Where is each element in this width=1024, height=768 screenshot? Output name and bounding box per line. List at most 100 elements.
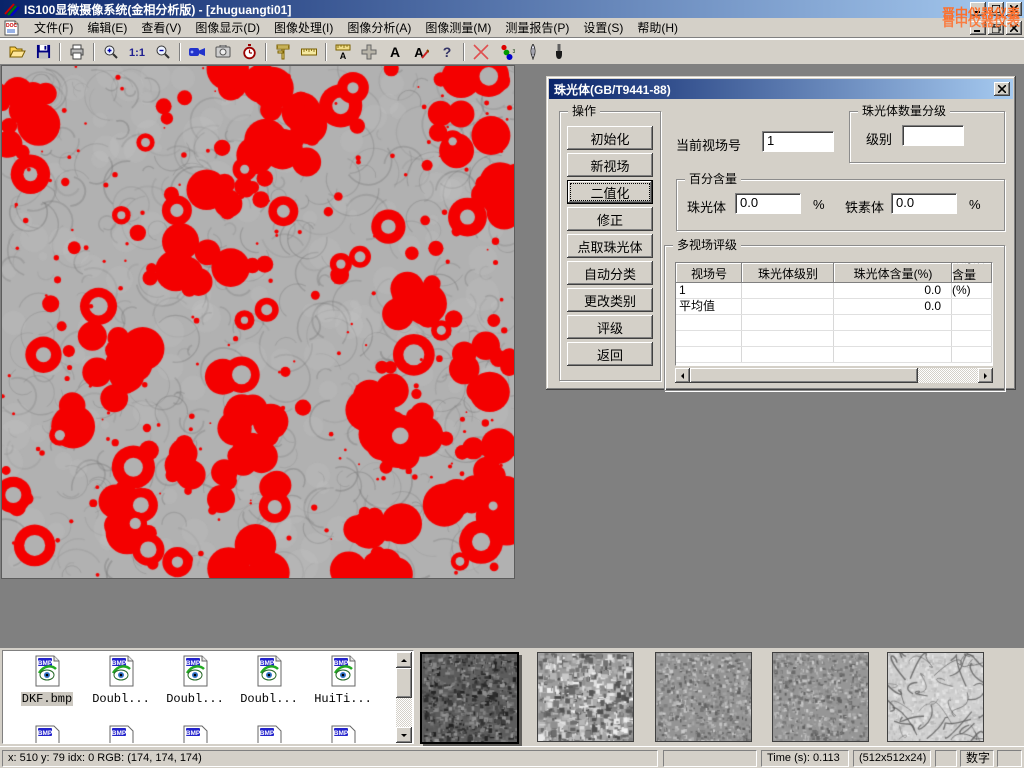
caliper-button[interactable] bbox=[270, 41, 296, 63]
change-class-button[interactable]: 更改类别 bbox=[567, 288, 653, 312]
zoom-out-icon bbox=[155, 44, 171, 60]
cell bbox=[742, 299, 834, 314]
help-button[interactable]: ? bbox=[434, 41, 460, 63]
menu-help[interactable]: 帮助(H) bbox=[630, 17, 685, 38]
text-button[interactable]: A bbox=[382, 41, 408, 63]
table-row-empty bbox=[676, 347, 992, 363]
dialog-title-bar[interactable]: 珠光体(GB/T9441-88) bbox=[549, 79, 1013, 99]
zoom-in-button[interactable] bbox=[98, 41, 124, 63]
auto-classify-button[interactable]: 自动分类 bbox=[567, 261, 653, 285]
status-bar: x: 510 y: 79 idx: 0 RGB: (174, 174, 174)… bbox=[0, 746, 1024, 768]
ferrite-unit: % bbox=[969, 197, 981, 212]
minimize-button[interactable] bbox=[970, 2, 986, 16]
print-icon bbox=[69, 44, 85, 60]
initialize-button[interactable]: 初始化 bbox=[567, 126, 653, 150]
open-button[interactable] bbox=[4, 41, 30, 63]
thumbnail-5[interactable] bbox=[887, 652, 984, 742]
menu-image-processing[interactable]: 图像处理(I) bbox=[267, 17, 340, 38]
pen-button[interactable] bbox=[520, 41, 546, 63]
mdi-restore-button[interactable] bbox=[988, 21, 1004, 35]
scroll-left-button[interactable] bbox=[675, 368, 690, 383]
open-folder-icon bbox=[9, 44, 26, 59]
actual-size-button[interactable]: 1:1 bbox=[124, 41, 150, 63]
ruler-button[interactable] bbox=[296, 41, 322, 63]
pearlite-percent-input[interactable]: 0.0 bbox=[735, 193, 801, 214]
file-item[interactable]: BMP Doubl... bbox=[85, 655, 157, 706]
cell bbox=[676, 347, 742, 362]
text-edit-button[interactable]: A bbox=[408, 41, 434, 63]
file-item[interactable]: BMP DKF.bmp bbox=[11, 655, 83, 706]
mdi-restore-icon bbox=[992, 24, 1001, 33]
classify-button[interactable]: 3 bbox=[494, 41, 520, 63]
dialog-close-button[interactable] bbox=[994, 82, 1010, 96]
thumbnail-3[interactable] bbox=[655, 652, 752, 742]
dialog-close-icon bbox=[998, 85, 1006, 93]
bmp-file-icon: BMP bbox=[32, 725, 62, 744]
file-item[interactable]: BMP HuiTi... bbox=[307, 655, 379, 706]
menu-settings[interactable]: 设置(S) bbox=[576, 17, 630, 38]
video-capture-button[interactable] bbox=[184, 41, 210, 63]
cell bbox=[834, 315, 952, 330]
menu-image-display[interactable]: 图像显示(D) bbox=[188, 17, 267, 38]
scroll-thumb[interactable] bbox=[396, 668, 412, 698]
menu-view[interactable]: 查看(V) bbox=[134, 17, 188, 38]
arrow-left-icon bbox=[678, 373, 684, 379]
thumbnail-4[interactable] bbox=[772, 652, 869, 742]
correct-button[interactable]: 修正 bbox=[567, 207, 653, 231]
level-input[interactable] bbox=[902, 125, 964, 146]
file-item[interactable]: BMP bbox=[159, 725, 231, 744]
percent-group-label: 百分含量 bbox=[685, 172, 741, 186]
delete-curve-button[interactable] bbox=[468, 41, 494, 63]
thumbnail-1[interactable] bbox=[420, 652, 519, 744]
file-list-vscrollbar[interactable] bbox=[396, 652, 412, 743]
pick-pearlite-button[interactable]: 点取珠光体 bbox=[567, 234, 653, 258]
file-item[interactable]: BMP bbox=[233, 725, 305, 744]
grid-button[interactable] bbox=[356, 41, 382, 63]
measure-text-button[interactable]: A bbox=[330, 41, 356, 63]
menu-image-measure[interactable]: 图像测量(M) bbox=[418, 17, 498, 38]
menu-image-analysis[interactable]: 图像分析(A) bbox=[340, 17, 418, 38]
scroll-down-button[interactable] bbox=[396, 727, 412, 743]
file-item[interactable]: BMP Doubl... bbox=[159, 655, 231, 706]
operations-group-label: 操作 bbox=[568, 104, 600, 118]
maximize-button[interactable] bbox=[988, 2, 1004, 16]
table-hscrollbar[interactable] bbox=[675, 368, 993, 383]
return-button[interactable]: 返回 bbox=[567, 342, 653, 366]
rate-button[interactable]: 评级 bbox=[567, 315, 653, 339]
ferrite-percent-input[interactable]: 0.0 bbox=[891, 193, 957, 214]
zoom-out-button[interactable] bbox=[150, 41, 176, 63]
file-item[interactable]: BMP bbox=[307, 725, 379, 744]
menu-edit[interactable]: 编辑(E) bbox=[80, 17, 134, 38]
title-bar[interactable]: IS100显微摄像系统(金相分析版) - [zhuguangti01] bbox=[0, 0, 1024, 18]
brush-button[interactable] bbox=[546, 41, 572, 63]
scroll-right-button[interactable] bbox=[978, 368, 993, 383]
cell: 1 bbox=[676, 283, 742, 298]
current-field-input[interactable]: 1 bbox=[762, 131, 834, 152]
mdi-close-button[interactable] bbox=[1006, 21, 1022, 35]
scroll-up-button[interactable] bbox=[396, 652, 412, 668]
file-item[interactable]: BMP bbox=[85, 725, 157, 744]
binarize-button[interactable]: 二值化 bbox=[567, 180, 653, 204]
file-item[interactable]: BMP bbox=[11, 725, 83, 744]
timer-button[interactable] bbox=[236, 41, 262, 63]
menu-file[interactable]: 文件(F) bbox=[27, 17, 80, 38]
multi-field-group: 多视场评级 视场号 珠光体级别 珠光体含量(%) 铁素体含量(%) 1 0.0 bbox=[664, 245, 1005, 391]
pearlite-unit: % bbox=[813, 197, 825, 212]
thumbnail-2[interactable] bbox=[537, 652, 634, 742]
multi-field-table[interactable]: 视场号 珠光体级别 珠光体含量(%) 铁素体含量(%) 1 0.0 平均值 bbox=[675, 262, 993, 366]
scroll-thumb[interactable] bbox=[690, 368, 918, 383]
file-bar: BMP DKF.bmp BMP Doubl... bbox=[0, 648, 1024, 746]
close-button[interactable] bbox=[1006, 2, 1022, 16]
file-list-panel[interactable]: BMP DKF.bmp BMP Doubl... bbox=[2, 650, 414, 744]
menu-measure-report[interactable]: 测量报告(P) bbox=[498, 17, 576, 38]
scroll-track[interactable] bbox=[918, 368, 978, 383]
save-button[interactable] bbox=[30, 41, 56, 63]
cell: 0.0 bbox=[834, 283, 952, 298]
camera-capture-button[interactable] bbox=[210, 41, 236, 63]
mdi-minimize-button[interactable] bbox=[970, 21, 986, 35]
new-field-button[interactable]: 新视场 bbox=[567, 153, 653, 177]
print-button[interactable] bbox=[64, 41, 90, 63]
file-item[interactable]: BMP Doubl... bbox=[233, 655, 305, 706]
svg-text:BMP: BMP bbox=[112, 730, 127, 737]
micrograph-canvas[interactable] bbox=[2, 66, 514, 578]
